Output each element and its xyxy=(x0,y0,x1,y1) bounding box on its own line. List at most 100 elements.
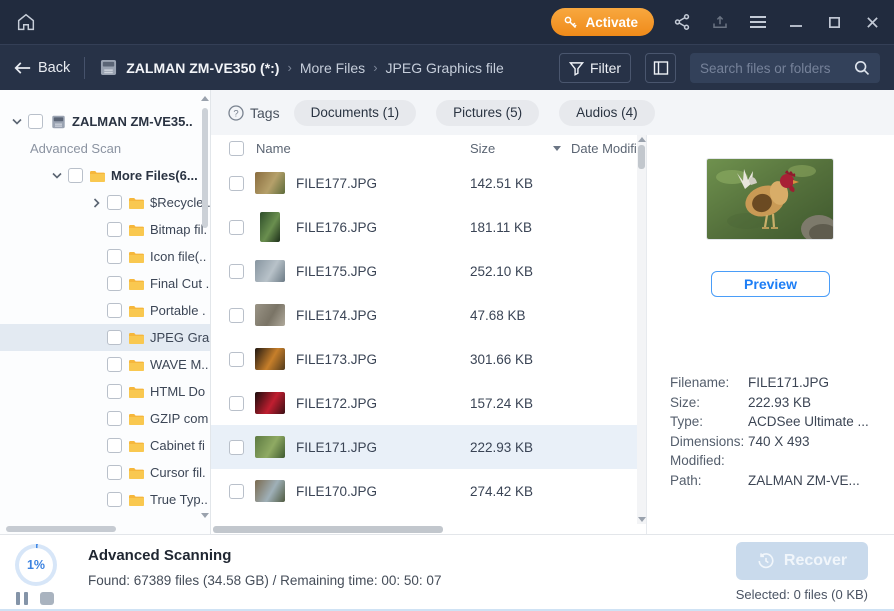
list-vertical-scrollbar[interactable] xyxy=(637,135,646,524)
pause-button[interactable] xyxy=(16,592,30,605)
search-input[interactable] xyxy=(700,60,846,76)
row-checkbox[interactable] xyxy=(229,439,244,455)
tag-pill-documents[interactable]: Documents (1) xyxy=(293,99,417,126)
table-row[interactable]: FILE174.JPG 47.68 KB xyxy=(211,293,637,337)
column-header-name[interactable]: Name xyxy=(256,141,291,156)
recover-button[interactable]: Recover xyxy=(736,542,868,580)
minimize-button[interactable] xyxy=(786,12,806,32)
home-button[interactable] xyxy=(13,9,39,35)
tree-checkbox[interactable] xyxy=(107,303,122,318)
tree-item-more-files[interactable]: More Files(6... xyxy=(0,162,210,189)
chevron-down-icon[interactable] xyxy=(12,117,22,127)
sidebar-vertical-scrollbar[interactable] xyxy=(201,96,209,518)
tag-pill-pictures[interactable]: Pictures (5) xyxy=(436,99,540,126)
scrollbar-thumb[interactable] xyxy=(638,145,645,169)
table-row[interactable]: FILE175.JPG 252.10 KB xyxy=(211,249,637,293)
scrollbar-thumb[interactable] xyxy=(213,526,443,533)
stop-button[interactable] xyxy=(40,592,54,605)
tree-checkbox[interactable] xyxy=(68,168,83,183)
breadcrumb-more-files[interactable]: More Files xyxy=(300,60,365,76)
tags-label: Tags xyxy=(250,104,280,121)
tree-item-folder[interactable]: HTML Do xyxy=(0,378,210,405)
table-row[interactable]: FILE170.JPG 274.42 KB xyxy=(211,469,637,513)
tree-checkbox[interactable] xyxy=(107,330,122,345)
tree-checkbox[interactable] xyxy=(107,438,122,453)
panel-toggle-button[interactable] xyxy=(645,53,676,83)
tree-checkbox[interactable] xyxy=(107,384,122,399)
select-all-checkbox[interactable] xyxy=(229,140,244,156)
share-button[interactable] xyxy=(672,12,692,32)
list-horizontal-scrollbar[interactable] xyxy=(211,525,637,534)
scrollbar-thumb[interactable] xyxy=(202,108,208,228)
table-row-selected[interactable]: FILE171.JPG 222.93 KB xyxy=(211,425,637,469)
breadcrumb-drive[interactable]: ZALMAN ZM-VE350 (*:) xyxy=(126,60,279,76)
row-checkbox[interactable] xyxy=(229,483,244,499)
activate-label: Activate xyxy=(585,14,638,30)
file-thumbnail xyxy=(255,343,285,375)
scrollbar-thumb[interactable] xyxy=(6,526,116,532)
tree-item-folder[interactable]: True Typ.. xyxy=(0,486,210,513)
tree-checkbox[interactable] xyxy=(107,195,122,210)
tag-pill-audios[interactable]: Audios (4) xyxy=(559,99,655,126)
scroll-down-arrow-icon[interactable] xyxy=(201,513,209,518)
tree-item-folder[interactable]: GZIP com xyxy=(0,405,210,432)
tree-item-label: More Files(6... xyxy=(111,168,198,183)
detail-modified: Modified: xyxy=(670,451,886,471)
tree-item-advanced-scan[interactable]: Advanced Scan xyxy=(0,135,210,162)
tree-checkbox[interactable] xyxy=(107,249,122,264)
tree-item-folder[interactable]: $Recycle.. xyxy=(0,189,210,216)
row-checkbox[interactable] xyxy=(229,351,244,367)
tree-item-drive[interactable]: ZALMAN ZM-VE35.. xyxy=(0,108,210,135)
row-checkbox[interactable] xyxy=(229,219,244,235)
tree-item-folder[interactable]: Icon file(.. xyxy=(0,243,210,270)
row-checkbox[interactable] xyxy=(229,307,244,323)
scroll-up-arrow-icon[interactable] xyxy=(201,96,209,101)
activate-button[interactable]: Activate xyxy=(551,8,654,36)
tree-checkbox[interactable] xyxy=(107,411,122,426)
help-icon[interactable]: ? xyxy=(228,104,244,121)
table-row[interactable]: FILE177.JPG 142.51 KB xyxy=(211,161,637,205)
tree-item-folder-jpeg[interactable]: JPEG Gra. xyxy=(0,324,210,351)
table-row[interactable]: FILE173.JPG 301.66 KB xyxy=(211,337,637,381)
chevron-down-icon[interactable] xyxy=(52,171,62,181)
tree-checkbox[interactable] xyxy=(107,465,122,480)
tree-item-folder[interactable]: Bitmap fil. xyxy=(0,216,210,243)
row-checkbox[interactable] xyxy=(229,395,244,411)
file-thumbnail xyxy=(255,475,285,507)
breadcrumb-jpeg[interactable]: JPEG Graphics file xyxy=(386,60,504,76)
row-checkbox[interactable] xyxy=(229,175,244,191)
chevron-right-icon[interactable] xyxy=(91,197,101,208)
table-row[interactable]: FILE176.JPG 181.11 KB xyxy=(211,205,637,249)
row-checkbox[interactable] xyxy=(229,263,244,279)
column-header-size[interactable]: Size xyxy=(470,141,495,156)
scroll-up-arrow-icon[interactable] xyxy=(638,137,646,142)
sort-arrow-icon[interactable] xyxy=(553,146,561,151)
back-button[interactable]: Back xyxy=(14,60,70,76)
close-button[interactable] xyxy=(862,12,882,32)
tree-item-folder[interactable]: Cabinet fi xyxy=(0,432,210,459)
sidebar-horizontal-scrollbar[interactable] xyxy=(0,525,200,533)
tree-item-folder[interactable]: Portable . xyxy=(0,297,210,324)
search-icon[interactable] xyxy=(854,60,870,76)
tree-checkbox[interactable] xyxy=(107,276,122,291)
detail-label: Type: xyxy=(670,414,704,429)
maximize-button[interactable] xyxy=(824,12,844,32)
menu-button[interactable] xyxy=(748,12,768,32)
preview-button[interactable]: Preview xyxy=(711,271,830,297)
maximize-icon xyxy=(828,16,840,28)
table-row[interactable]: FILE172.JPG 157.24 KB xyxy=(211,381,637,425)
tree-checkbox[interactable] xyxy=(107,492,122,507)
tree-item-folder[interactable]: WAVE M.. xyxy=(0,351,210,378)
tree-checkbox[interactable] xyxy=(107,222,122,237)
export-button[interactable] xyxy=(710,12,730,32)
scroll-down-arrow-icon[interactable] xyxy=(638,517,646,522)
tree-item-folder[interactable]: Final Cut . xyxy=(0,270,210,297)
filter-button[interactable]: Filter xyxy=(559,53,631,83)
folder-icon xyxy=(90,170,105,182)
upload-icon xyxy=(713,15,727,28)
column-header-date[interactable]: Date Modifi xyxy=(571,141,637,156)
tree-checkbox[interactable] xyxy=(28,114,43,129)
tree-item-folder[interactable]: Cursor fil. xyxy=(0,459,210,486)
tree-checkbox[interactable] xyxy=(107,357,122,372)
folder-icon xyxy=(129,332,144,344)
